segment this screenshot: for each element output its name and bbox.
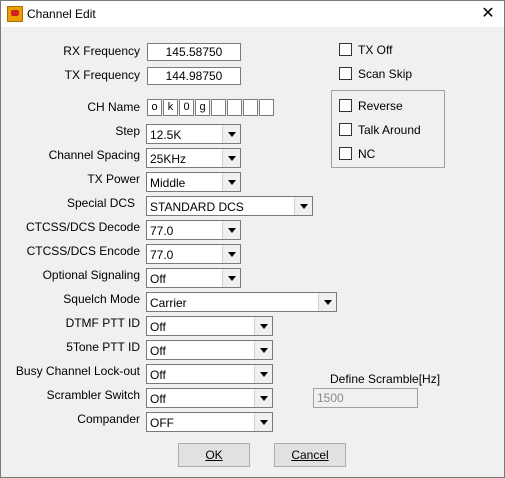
special-dcs-value: STANDARD DCS — [150, 200, 244, 214]
checkbox-box[interactable] — [339, 147, 352, 160]
chevron-down-icon[interactable] — [254, 413, 272, 431]
ctcss-encode-select[interactable]: 77.0 — [146, 244, 241, 264]
fivetone-ptt-id-label: 5Tone PTT ID — [66, 340, 140, 354]
optional-signaling-value: Off — [150, 272, 166, 286]
busy-lockout-select[interactable]: Off — [146, 364, 273, 384]
title-bar: Channel Edit ✕ — [1, 1, 504, 27]
ch-name-char-7[interactable] — [243, 99, 258, 116]
ch-name-char-3[interactable]: 0 — [179, 99, 194, 116]
ch-name-char-8[interactable] — [259, 99, 274, 116]
checkbox-box[interactable] — [339, 43, 352, 56]
tx-off-label: TX Off — [358, 43, 393, 57]
chevron-down-icon[interactable] — [254, 341, 272, 359]
step-value: 12.5K — [150, 128, 182, 142]
app-icon — [7, 6, 23, 22]
busy-lockout-value: Off — [150, 368, 166, 382]
ch-name-label: CH Name — [87, 100, 140, 114]
cancel-button[interactable]: Cancel — [274, 443, 346, 467]
compander-value: OFF — [150, 416, 174, 430]
dtmf-ptt-id-select[interactable]: Off — [146, 316, 273, 336]
close-icon[interactable]: ✕ — [472, 1, 504, 27]
chevron-down-icon[interactable] — [222, 149, 240, 167]
chevron-down-icon[interactable] — [222, 125, 240, 143]
tx-frequency-label: TX Frequency — [64, 68, 140, 82]
channel-spacing-label: Channel Spacing — [48, 148, 140, 162]
rx-frequency-label: RX Frequency — [63, 44, 140, 58]
chevron-down-icon[interactable] — [254, 317, 272, 335]
compander-label: Compander — [77, 412, 140, 426]
scan-skip-checkbox[interactable]: Scan Skip — [339, 67, 412, 81]
special-dcs-label: Special DCS — [67, 196, 136, 210]
ctcss-encode-value: 77.0 — [150, 248, 174, 262]
chevron-down-icon[interactable] — [254, 389, 272, 407]
ok-button-label: OK — [205, 448, 223, 462]
tx-power-value: Middle — [150, 176, 186, 190]
tx-off-checkbox[interactable]: TX Off — [339, 43, 392, 57]
cancel-button-label: Cancel — [291, 448, 329, 462]
chevron-down-icon[interactable] — [222, 245, 240, 263]
checkbox-box[interactable] — [339, 67, 352, 80]
chevron-down-icon[interactable] — [222, 173, 240, 191]
define-scramble-label: Define Scramble[Hz] — [330, 372, 441, 386]
ctcss-decode-select[interactable]: 77.0 — [146, 220, 241, 240]
ctcss-encode-label: CTCSS/DCS Encode — [26, 244, 140, 258]
ch-name-char-1[interactable]: o — [147, 99, 162, 116]
dtmf-ptt-id-label: DTMF PTT ID — [65, 316, 140, 330]
chevron-down-icon[interactable] — [294, 197, 312, 215]
fivetone-ptt-id-select[interactable]: Off — [146, 340, 273, 360]
scrambler-switch-label: Scrambler Switch — [46, 388, 140, 402]
tx-frequency-input[interactable]: 144.98750 — [147, 67, 241, 85]
checkbox-box[interactable] — [339, 99, 352, 112]
reverse-checkbox[interactable]: Reverse — [339, 99, 403, 113]
nc-label: NC — [358, 147, 376, 161]
chevron-down-icon[interactable] — [254, 365, 272, 383]
chevron-down-icon[interactable] — [222, 221, 240, 239]
busy-lockout-label: Busy Channel Lock-out — [15, 364, 140, 378]
compander-select[interactable]: OFF — [146, 412, 273, 432]
step-label: Step — [115, 124, 140, 138]
scan-skip-label: Scan Skip — [358, 67, 413, 81]
define-scramble-input[interactable]: 1500 — [313, 388, 418, 408]
talk-around-label: Talk Around — [358, 123, 421, 137]
talk-around-checkbox[interactable]: Talk Around — [339, 123, 421, 137]
squelch-mode-select[interactable]: Carrier — [146, 292, 337, 312]
dtmf-ptt-id-value: Off — [150, 320, 166, 334]
special-dcs-select[interactable]: STANDARD DCS — [146, 196, 313, 216]
ch-name-char-2[interactable]: k — [163, 99, 178, 116]
fivetone-ptt-id-value: Off — [150, 344, 166, 358]
scrambler-switch-select[interactable]: Off — [146, 388, 273, 408]
squelch-mode-value: Carrier — [150, 296, 187, 310]
ch-name-char-4[interactable]: g — [195, 99, 210, 116]
checkbox-box[interactable] — [339, 123, 352, 136]
optional-signaling-label: Optional Signaling — [42, 268, 140, 282]
rx-frequency-input[interactable]: 145.58750 — [147, 43, 241, 61]
ctcss-decode-label: CTCSS/DCS Decode — [25, 220, 140, 234]
scrambler-switch-value: Off — [150, 392, 166, 406]
nc-checkbox[interactable]: NC — [339, 147, 375, 161]
squelch-mode-label: Squelch Mode — [63, 292, 140, 306]
window-title: Channel Edit — [27, 7, 96, 21]
tx-power-select[interactable]: Middle — [146, 172, 241, 192]
optional-signaling-select[interactable]: Off — [146, 268, 241, 288]
chevron-down-icon[interactable] — [318, 293, 336, 311]
step-select[interactable]: 12.5K — [146, 124, 241, 144]
ch-name-char-6[interactable] — [227, 99, 242, 116]
ctcss-decode-value: 77.0 — [150, 224, 174, 238]
ch-name-char-5[interactable] — [211, 99, 226, 116]
reverse-label: Reverse — [358, 99, 403, 113]
ok-button[interactable]: OK — [178, 443, 250, 467]
chevron-down-icon[interactable] — [222, 269, 240, 287]
channel-edit-dialog: Channel Edit ✕ RX Frequency 145.58750 TX… — [0, 0, 505, 478]
channel-spacing-select[interactable]: 25KHz — [146, 148, 241, 168]
channel-spacing-value: 25KHz — [150, 152, 187, 166]
tx-power-label: TX Power — [87, 172, 140, 186]
